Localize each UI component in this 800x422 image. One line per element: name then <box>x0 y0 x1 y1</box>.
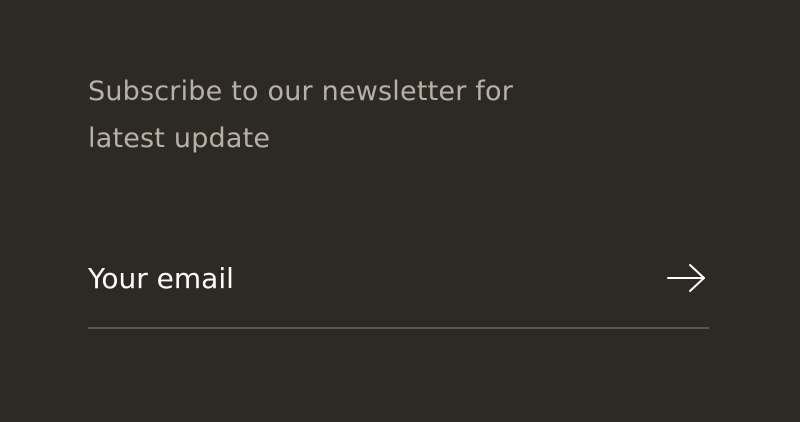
newsletter-section: Subscribe to our newsletter for latest u… <box>0 0 800 422</box>
email-underline <box>88 327 709 329</box>
submit-button[interactable] <box>665 260 709 296</box>
email-input[interactable] <box>88 252 648 304</box>
newsletter-heading: Subscribe to our newsletter for latest u… <box>88 76 514 154</box>
arrow-right-icon <box>667 264 705 292</box>
newsletter-form <box>88 252 709 330</box>
